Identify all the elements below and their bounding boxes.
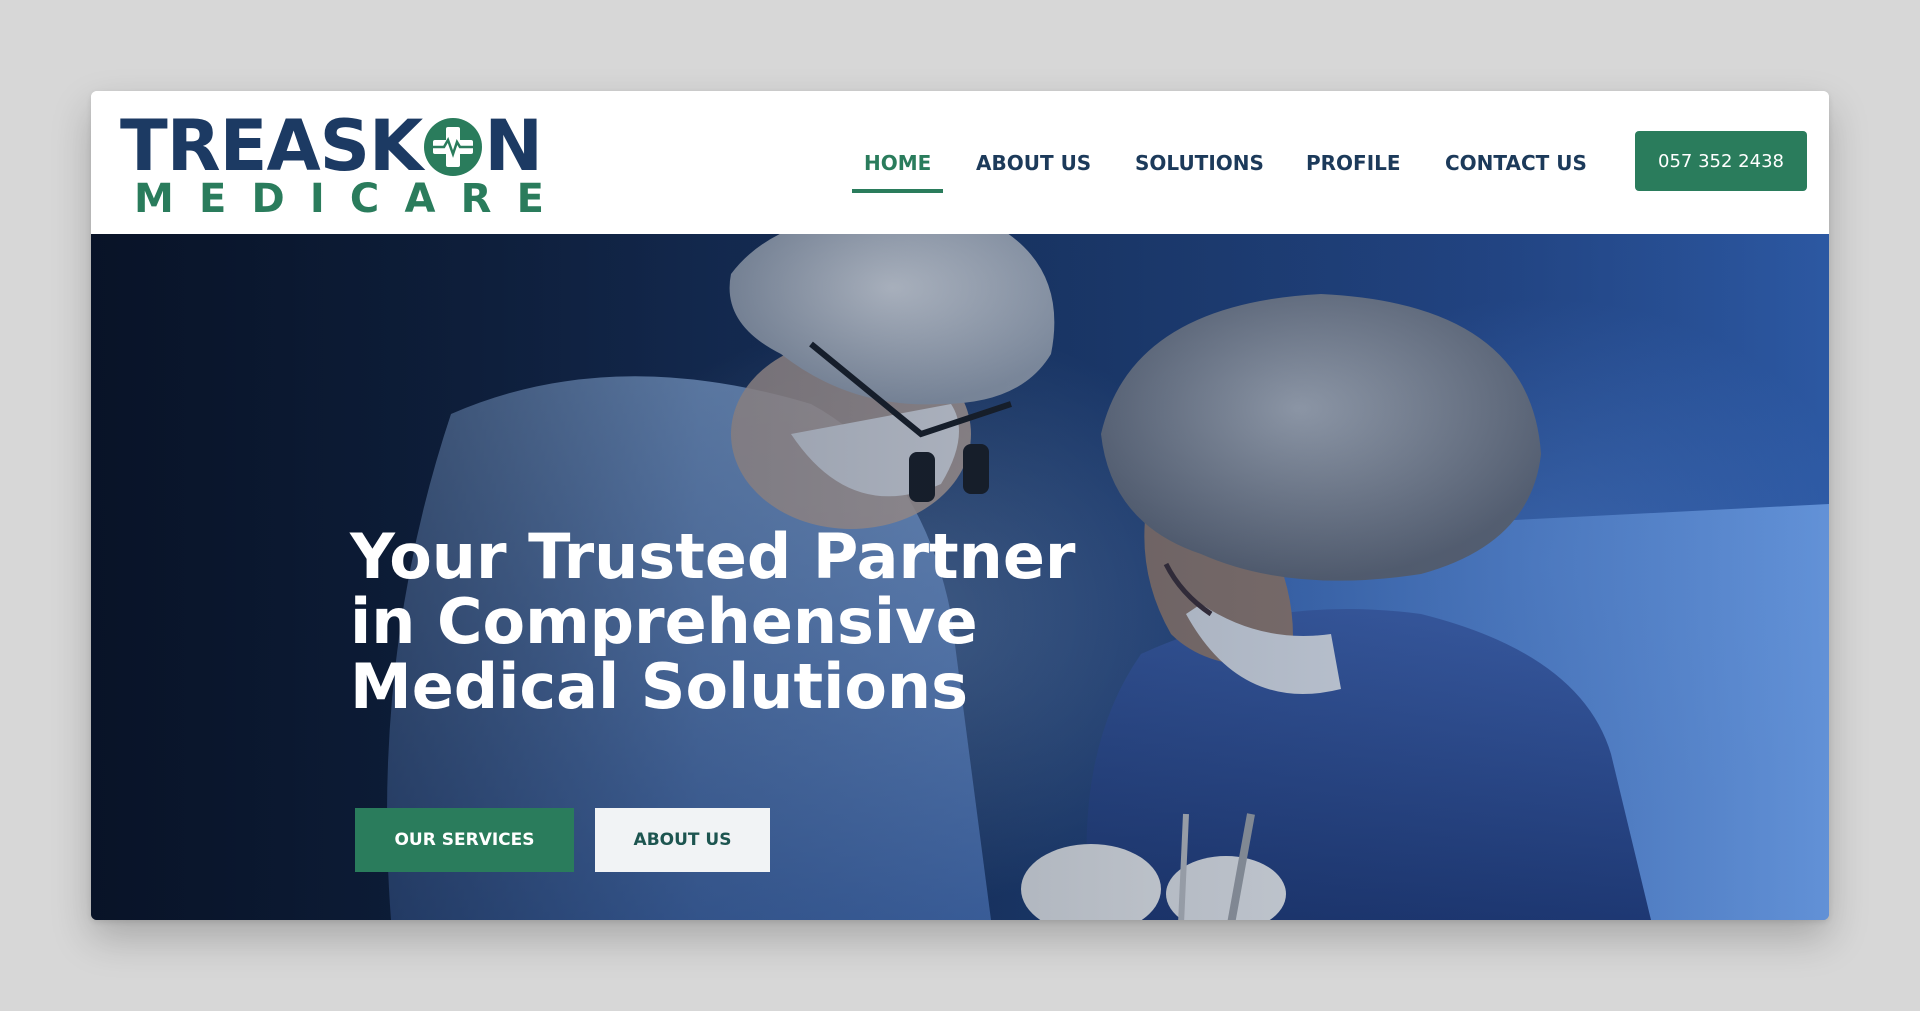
site-header: TREASK N M E D I C A R E HOME ABOUT US S… <box>91 91 1829 234</box>
logo-letter: A <box>404 176 436 222</box>
logo-letter: E <box>516 176 544 222</box>
nav-item-contact-us[interactable]: CONTACT US <box>1445 143 1587 183</box>
logo-letter: M <box>134 176 174 222</box>
our-services-button[interactable]: OUR SERVICES <box>355 808 574 872</box>
logo-letter: R <box>460 176 492 222</box>
logo-letter: I <box>309 176 325 222</box>
browser-window: TREASK N M E D I C A R E HOME ABOUT US S… <box>91 91 1829 920</box>
logo-subtitle: M E D I C A R E <box>134 179 544 219</box>
logo-letter: D <box>251 176 285 222</box>
logo-letter: E <box>198 176 227 222</box>
nav-active-indicator <box>852 189 943 193</box>
hero-section: Your Trusted Partner in Comprehensive Me… <box>91 234 1829 920</box>
nav-item-profile[interactable]: PROFILE <box>1306 143 1401 183</box>
hero-title: Your Trusted Partner in Comprehensive Me… <box>350 520 1076 723</box>
hero-title-line: in Comprehensive <box>350 585 978 658</box>
about-us-button[interactable]: ABOUT US <box>595 808 770 872</box>
phone-button[interactable]: 057 352 2438 <box>1635 131 1807 191</box>
hero-title-line: Your Trusted Partner <box>350 520 1076 593</box>
nav-item-home[interactable]: HOME <box>864 143 931 183</box>
nav-item-solutions[interactable]: SOLUTIONS <box>1135 143 1264 183</box>
hero-title-line: Medical Solutions <box>350 650 968 723</box>
logo-letter: C <box>349 176 380 222</box>
main-nav: HOME ABOUT US SOLUTIONS PROFILE CONTACT … <box>91 143 1829 193</box>
nav-item-about-us[interactable]: ABOUT US <box>976 143 1091 183</box>
